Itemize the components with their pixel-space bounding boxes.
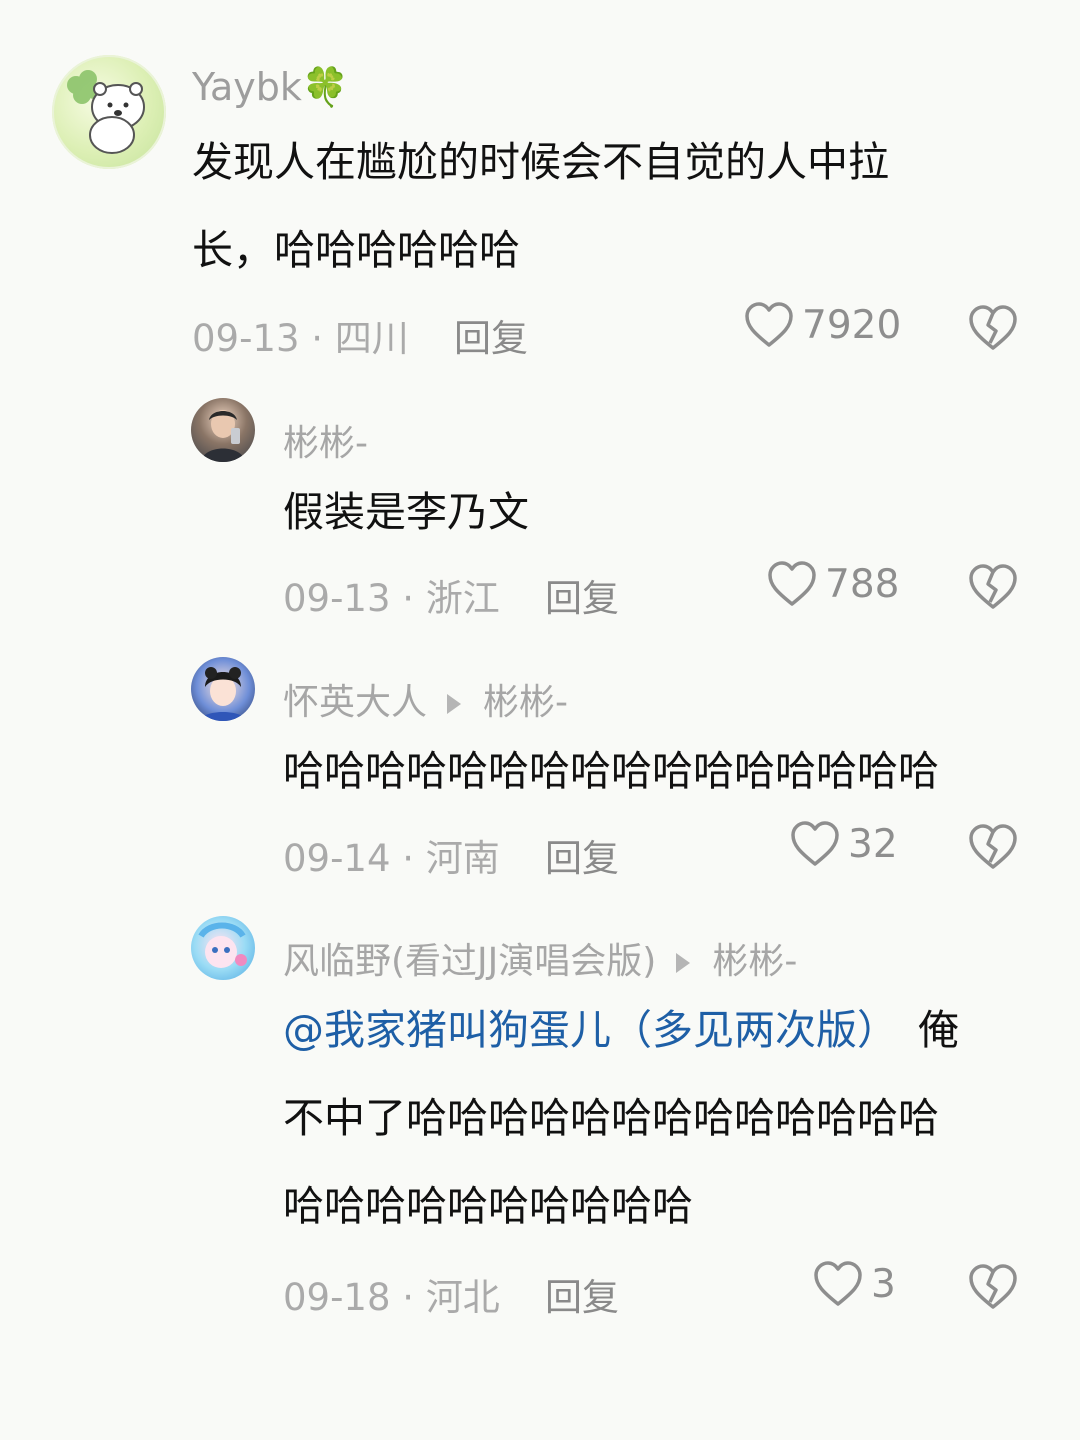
heart-outline-icon [745,302,793,347]
broken-heart-icon [969,1264,1017,1309]
comment-text: @我家猪叫狗蛋儿（多见两次版）俺 不中了哈哈哈哈哈哈哈哈哈哈哈哈哈 哈哈哈哈哈哈… [283,1006,959,1230]
heart-outline-icon [768,561,816,606]
comment-text: 哈哈哈哈哈哈哈哈哈哈哈哈哈哈哈哈 [283,747,939,795]
avatar[interactable] [191,657,255,721]
like-button[interactable]: 788 [767,561,899,607]
reply-to-name[interactable]: 彬彬- [483,682,568,723]
username: 怀英大人 彬彬- [283,673,568,725]
reply-button[interactable]: 回复 [545,568,619,622]
dislike-button[interactable] [968,305,1018,355]
dislike-button[interactable] [968,824,1018,874]
reply-button[interactable]: 回复 [545,828,619,882]
author-name[interactable]: 怀英大人 [283,682,427,723]
reply-arrow-icon [676,953,691,973]
comment-text: 假装是李乃文 [283,488,529,536]
comment-meta: 09-13 · 四川 [192,317,409,360]
avatar[interactable] [191,398,255,462]
like-count: 7920 [802,302,902,348]
reply-arrow-icon [447,694,462,714]
reply-button[interactable]: 回复 [545,1267,619,1321]
like-count: 788 [825,561,900,607]
broken-heart-icon [969,564,1017,609]
broken-heart-icon [969,824,1017,869]
comment-meta: 09-13 · 浙江 [283,577,500,620]
username[interactable]: Yaybk🍀 [192,65,349,110]
avatar[interactable] [52,55,166,169]
like-button[interactable]: 7920 [744,302,901,348]
like-button[interactable]: 3 [813,1261,896,1307]
comment-meta: 09-18 · 河北 [283,1276,500,1319]
like-button[interactable]: 32 [790,821,898,867]
username: 风临野(看过JJ演唱会版) 彬彬- [283,932,797,984]
heart-outline-icon [814,1261,862,1306]
reply-button[interactable]: 回复 [454,308,528,362]
comment-text: 发现人在尴尬的时候会不自觉的人中拉 长，哈哈哈哈哈哈 [192,138,889,274]
reply-to-name[interactable]: 彬彬- [712,941,797,982]
clover-icon: 🍀 [301,65,350,109]
broken-heart-icon [969,305,1017,350]
author-name[interactable]: 风临野(看过JJ演唱会版) [283,941,656,982]
username[interactable]: 彬彬- [283,414,368,466]
like-count: 3 [871,1261,896,1307]
like-count: 32 [848,821,898,867]
dislike-button[interactable] [968,564,1018,614]
dislike-button[interactable] [968,1264,1018,1314]
avatar[interactable] [191,916,255,980]
mention-link[interactable]: @我家猪叫狗蛋儿（多见两次版） [283,1006,898,1054]
heart-outline-icon [791,821,839,866]
comment-meta: 09-14 · 河南 [283,837,500,880]
